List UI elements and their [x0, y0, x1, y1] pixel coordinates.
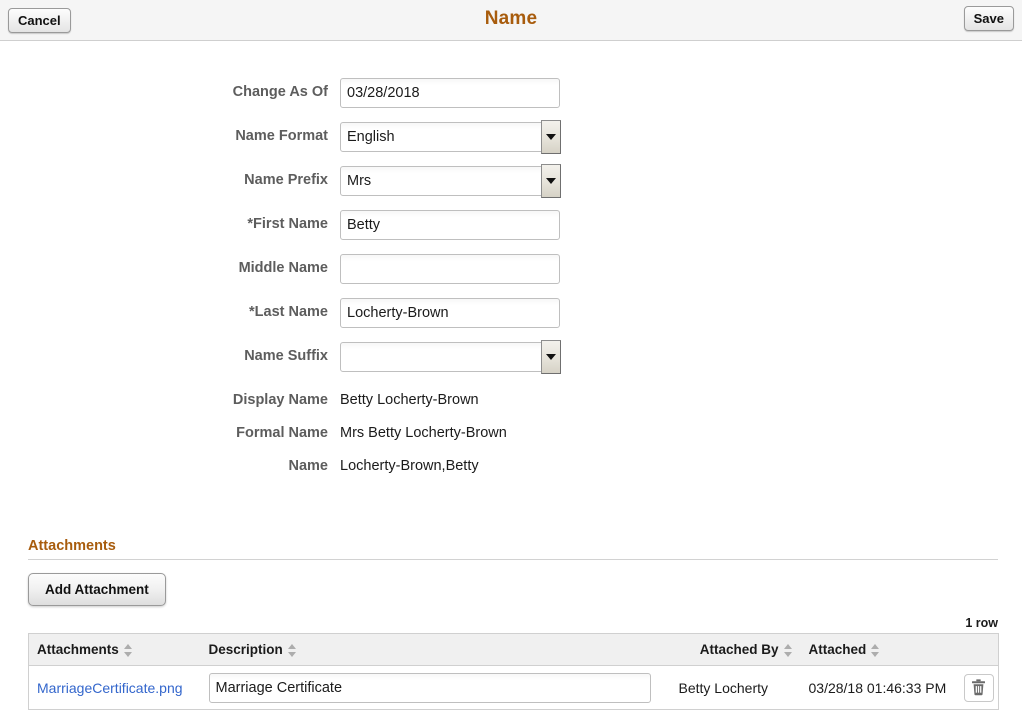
last-name-input[interactable] — [340, 298, 560, 328]
table-header-row: Attachments Description Attached By Atta… — [28, 633, 999, 666]
label-name-suffix: Name Suffix — [244, 348, 328, 364]
form-row-first-name: *First Name — [0, 210, 1022, 254]
sort-icon[interactable] — [123, 643, 133, 657]
sort-icon[interactable] — [783, 643, 793, 657]
form-row-name: Name Locherty-Brown,Betty — [0, 452, 1022, 485]
sort-icon[interactable] — [871, 643, 880, 657]
label-name: Name — [288, 458, 329, 474]
label-formal-name: Formal Name — [236, 425, 328, 441]
cell-delete-action — [955, 665, 999, 710]
name-suffix-select[interactable] — [340, 340, 561, 374]
chevron-down-icon[interactable] — [541, 120, 561, 154]
form-row-middle-name: Middle Name — [0, 254, 1022, 298]
page-title: Name — [484, 8, 538, 29]
form-row-formal-name: Formal Name Mrs Betty Locherty-Brown — [0, 419, 1022, 452]
description-input[interactable] — [208, 672, 651, 703]
name-format-value[interactable]: English — [340, 122, 560, 152]
column-header-attached-by-label: Attached By — [699, 642, 779, 657]
attachments-section-title: Attachments — [28, 538, 116, 554]
cell-attached-on: 03/28/18 01:46:33 PM — [800, 665, 956, 710]
name-suffix-value[interactable] — [340, 342, 560, 372]
attachments-table: Attachments Description Attached By Atta… — [28, 633, 999, 710]
chevron-down-icon[interactable] — [541, 340, 561, 374]
page-header-bar: Cancel Name Save — [0, 0, 1022, 41]
delete-attachment-button[interactable] — [963, 673, 994, 702]
column-header-attached-label: Attached — [808, 642, 867, 657]
formal-name-value: Mrs Betty Locherty-Brown — [340, 425, 507, 441]
label-name-prefix: Name Prefix — [244, 172, 328, 188]
form-row-change-as-of: Change As Of — [0, 78, 1022, 122]
middle-name-input[interactable] — [340, 254, 560, 284]
cell-description — [200, 665, 671, 710]
column-header-description[interactable]: Description — [200, 633, 671, 666]
row-count-label: 1 row — [965, 616, 998, 630]
sort-icon[interactable] — [287, 643, 297, 657]
change-as-of-input[interactable] — [340, 78, 560, 108]
display-name-value: Betty Locherty-Brown — [340, 392, 479, 408]
cell-attached-by: Betty Locherty — [670, 665, 801, 710]
form-row-display-name: Display Name Betty Locherty-Brown — [0, 386, 1022, 419]
name-value: Locherty-Brown,Betty — [340, 458, 479, 474]
name-prefix-select[interactable]: Mrs — [340, 164, 561, 198]
column-header-attachments-label: Attachments — [37, 642, 119, 657]
section-divider — [28, 559, 998, 560]
label-middle-name: Middle Name — [238, 260, 328, 276]
table-row: MarriageCertificate.png Betty Locherty 0… — [28, 665, 999, 710]
cell-file-name: MarriageCertificate.png — [28, 665, 201, 710]
label-display-name: Display Name — [232, 392, 328, 408]
save-button[interactable]: Save — [963, 6, 1014, 31]
column-header-attachments[interactable]: Attachments — [28, 633, 201, 666]
name-prefix-value[interactable]: Mrs — [340, 166, 560, 196]
column-header-attached-by[interactable]: Attached By — [670, 633, 801, 666]
attachments-section: Attachments Add Attachment 1 row Attachm… — [28, 538, 999, 710]
column-header-attached[interactable]: Attached — [800, 633, 956, 666]
column-header-actions — [955, 633, 999, 666]
form-row-name-prefix: Name Prefix Mrs — [0, 164, 1022, 210]
name-format-select[interactable]: English — [340, 120, 561, 154]
form-row-name-format: Name Format English — [0, 120, 1022, 166]
label-change-as-of: Change As Of — [232, 84, 328, 100]
first-name-input[interactable] — [340, 210, 560, 240]
label-first-name: *First Name — [247, 216, 328, 232]
add-attachment-button[interactable]: Add Attachment — [28, 573, 166, 606]
chevron-down-icon[interactable] — [541, 164, 561, 198]
form-row-name-suffix: Name Suffix — [0, 340, 1022, 386]
column-header-description-label: Description — [208, 642, 283, 657]
label-name-format: Name Format — [235, 128, 328, 144]
attachment-file-link[interactable]: MarriageCertificate.png — [37, 680, 183, 696]
trash-icon — [972, 679, 985, 696]
form-row-last-name: *Last Name — [0, 298, 1022, 342]
name-form: Change As Of Name Format English Name Pr… — [0, 41, 1022, 485]
label-last-name: *Last Name — [249, 304, 328, 320]
